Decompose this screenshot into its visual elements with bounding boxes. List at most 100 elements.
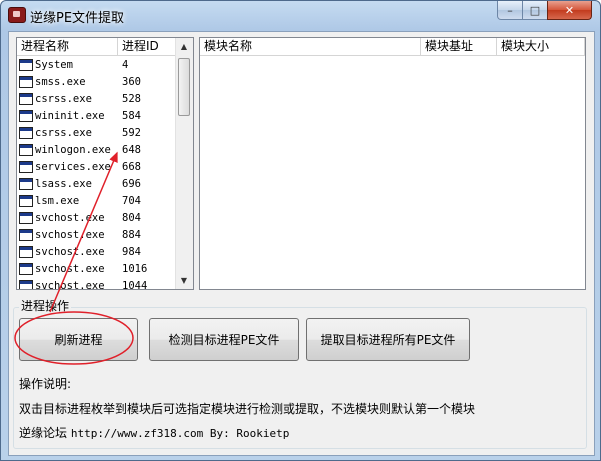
process-row[interactable]: csrss.exe 592 <box>17 124 177 141</box>
process-id: 648 <box>122 143 141 156</box>
process-id: 984 <box>122 245 141 258</box>
group-title: 进程操作 <box>19 297 72 314</box>
scroll-down-arrow-icon[interactable]: ▼ <box>176 272 192 289</box>
process-name-cell: csrss.exe <box>17 126 117 139</box>
process-row[interactable]: svchost.exe 884 <box>17 226 177 243</box>
process-window-icon <box>19 126 33 139</box>
close-button[interactable]: ✕ <box>547 1 592 20</box>
column-module-size[interactable]: 模块大小 <box>497 38 585 55</box>
module-list[interactable]: 模块名称 模块基址 模块大小 <box>199 37 586 290</box>
column-process-name[interactable]: 进程名称 <box>17 38 118 55</box>
process-row[interactable]: System 4 <box>17 56 177 73</box>
help-description: 双击目标进程枚举到模块后可选指定模块进行检测或提取，不选模块则默认第一个模块 <box>19 402 476 416</box>
process-id: 4 <box>122 58 129 71</box>
process-window-icon <box>19 109 33 122</box>
process-window-icon <box>19 58 33 71</box>
forum-info: http://www.zf318.com By: Rookietp <box>70 427 290 440</box>
process-row[interactable]: svchost.exe 1016 <box>17 260 177 277</box>
forum-label: 逆缘论坛 <box>19 426 68 440</box>
process-window-icon <box>19 211 33 224</box>
process-row[interactable]: svchost.exe 804 <box>17 209 177 226</box>
process-name-cell: svchost.exe <box>17 211 117 224</box>
process-name: svchost.exe <box>35 262 105 275</box>
extract-pe-button[interactable]: 提取目标进程所有PE文件 <box>306 318 470 361</box>
app-icon <box>8 7 26 23</box>
refresh-process-button[interactable]: 刷新进程 <box>19 318 138 361</box>
process-name: System <box>35 58 73 71</box>
process-list[interactable]: 进程名称 进程ID System 4 smss.exe 360 csrss.exe 528… <box>16 37 194 290</box>
process-window-icon <box>19 228 33 241</box>
column-module-name[interactable]: 模块名称 <box>200 38 421 55</box>
process-name: lsass.exe <box>35 177 92 190</box>
process-name-cell: winlogon.exe <box>17 143 117 156</box>
process-id: 528 <box>122 92 141 105</box>
process-row[interactable]: csrss.exe 528 <box>17 90 177 107</box>
process-row[interactable]: smss.exe 360 <box>17 73 177 90</box>
title-bar[interactable]: 逆缘PE文件提取 – □ ✕ <box>1 1 600 30</box>
process-window-icon <box>19 279 33 289</box>
process-name: smss.exe <box>35 75 86 88</box>
process-id: 704 <box>122 194 141 207</box>
process-rows: System 4 smss.exe 360 csrss.exe 528 wininit.ex… <box>17 56 177 290</box>
process-row[interactable]: lsass.exe 696 <box>17 175 177 192</box>
column-module-base[interactable]: 模块基址 <box>421 38 497 55</box>
maximize-button[interactable]: □ <box>522 1 548 20</box>
app-window: 逆缘PE文件提取 – □ ✕ 进程名称 进程ID System 4 smss.exe… <box>0 0 601 461</box>
process-row[interactable]: lsm.exe 704 <box>17 192 177 209</box>
process-name: svchost.exe <box>35 245 105 258</box>
module-list-header: 模块名称 模块基址 模块大小 <box>200 38 585 56</box>
process-name-cell: svchost.exe <box>17 245 117 258</box>
forum-line: 逆缘论坛 http://www.zf318.com By: Rookietp <box>19 424 289 441</box>
process-window-icon <box>19 160 33 173</box>
minimize-button[interactable]: – <box>497 1 523 20</box>
scroll-thumb[interactable] <box>178 58 190 116</box>
process-list-scrollbar[interactable]: ▲ ▼ <box>175 38 193 289</box>
process-window-icon <box>19 75 33 88</box>
process-name-cell: svchost.exe <box>17 228 117 241</box>
process-window-icon <box>19 245 33 258</box>
process-name-cell: services.exe <box>17 160 117 173</box>
process-name-cell: lsass.exe <box>17 177 117 190</box>
process-window-icon <box>19 143 33 156</box>
column-process-id[interactable]: 进程ID <box>118 38 176 55</box>
process-id: 584 <box>122 109 141 122</box>
process-id: 1016 <box>122 262 148 275</box>
process-id: 804 <box>122 211 141 224</box>
scroll-up-arrow-icon[interactable]: ▲ <box>176 38 192 55</box>
process-list-header: 进程名称 进程ID <box>17 38 176 56</box>
process-window-icon <box>19 262 33 275</box>
process-id: 668 <box>122 160 141 173</box>
process-name-cell: smss.exe <box>17 75 117 88</box>
process-id: 696 <box>122 177 141 190</box>
process-name: services.exe <box>35 160 111 173</box>
window-title: 逆缘PE文件提取 <box>30 11 125 26</box>
help-heading: 操作说明: <box>19 377 72 391</box>
process-name-cell: svchost.exe <box>17 262 117 275</box>
client-area: 进程名称 进程ID System 4 smss.exe 360 csrss.exe 528… <box>8 31 595 456</box>
process-row[interactable]: services.exe 668 <box>17 158 177 175</box>
process-name: csrss.exe <box>35 92 92 105</box>
process-row[interactable]: winlogon.exe 648 <box>17 141 177 158</box>
process-name-cell: svchost.exe <box>17 279 117 290</box>
process-window-icon <box>19 92 33 105</box>
process-row[interactable]: svchost.exe 1044 <box>17 277 177 290</box>
process-name: lsm.exe <box>35 194 80 207</box>
process-name-cell: csrss.exe <box>17 92 117 105</box>
detect-pe-button[interactable]: 检测目标进程PE文件 <box>149 318 299 361</box>
process-name: svchost.exe <box>35 228 105 241</box>
process-name: svchost.exe <box>35 211 105 224</box>
process-row[interactable]: wininit.exe 584 <box>17 107 177 124</box>
process-window-icon <box>19 177 33 190</box>
process-id: 592 <box>122 126 141 139</box>
process-name-cell: wininit.exe <box>17 109 117 122</box>
process-name-cell: lsm.exe <box>17 194 117 207</box>
process-row[interactable]: svchost.exe 984 <box>17 243 177 260</box>
process-id: 884 <box>122 228 141 241</box>
process-id: 1044 <box>122 279 148 290</box>
process-name: svchost.exe <box>35 279 105 290</box>
process-id: 360 <box>122 75 141 88</box>
process-name: wininit.exe <box>35 109 105 122</box>
process-name: csrss.exe <box>35 126 92 139</box>
process-name-cell: System <box>17 58 117 71</box>
process-name: winlogon.exe <box>35 143 111 156</box>
